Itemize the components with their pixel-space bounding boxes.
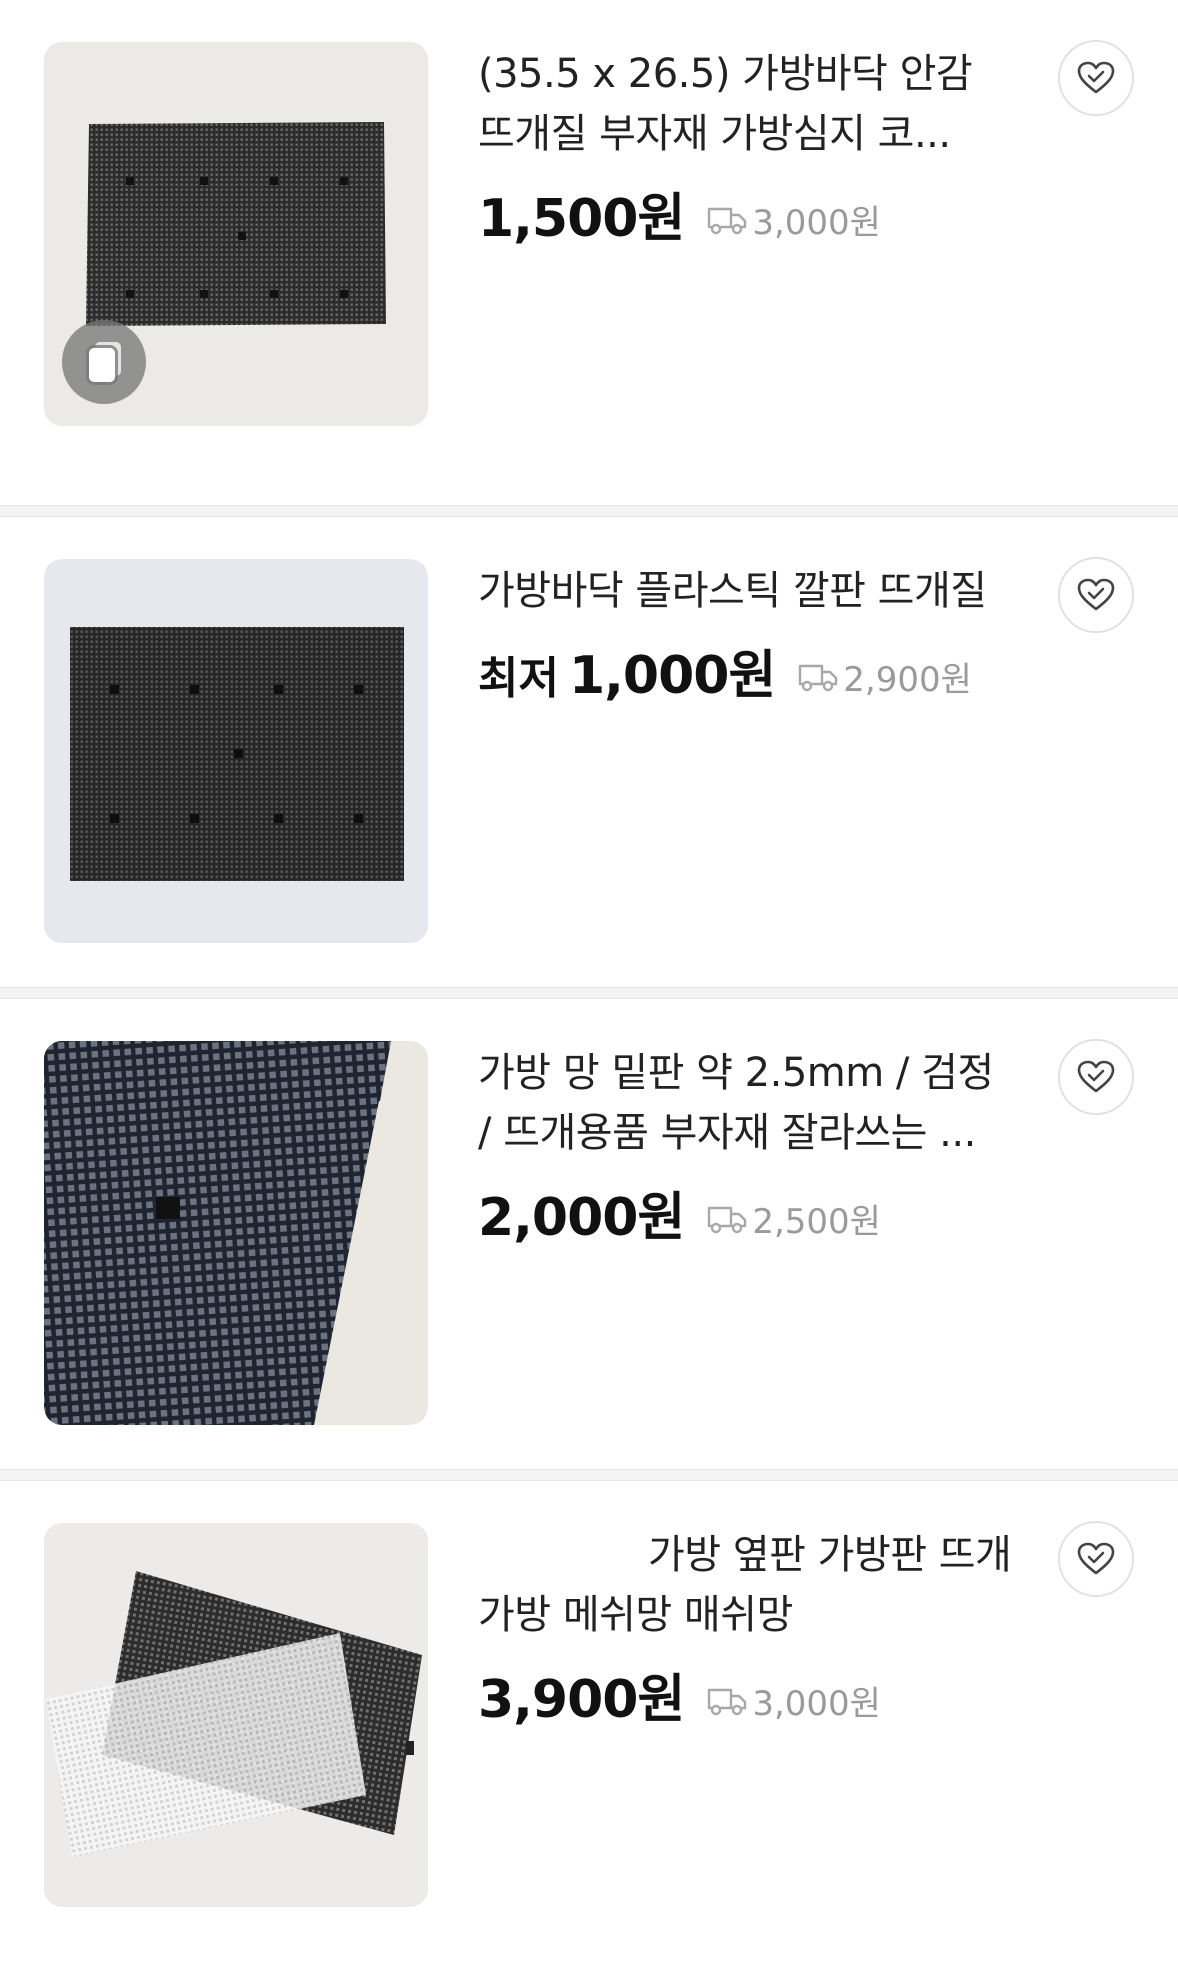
shipping-fee: 2,500원 [706, 1194, 881, 1243]
product-image[interactable] [44, 1041, 428, 1425]
product-image[interactable] [44, 42, 428, 426]
product-card[interactable]: 가방바닥 플라스틱 깔판 뜨개질 최저 1,000원 2,900원 [0, 517, 1178, 1012]
shipping-fee: 3,000원 [706, 195, 881, 244]
shipping-fee-value: 2,500원 [752, 1201, 881, 1242]
heart-check-icon [1077, 578, 1115, 611]
product-image[interactable] [44, 559, 428, 943]
price-row: 1,500원 3,000원 [478, 176, 1018, 249]
card-separator [0, 987, 1178, 999]
delivery-truck-icon [708, 1688, 747, 1716]
price-row: 최저 1,000원 2,900원 [478, 633, 1018, 706]
wishlist-button[interactable] [1058, 1039, 1134, 1115]
product-info: 가방 옆판 가방판 뜨개가방 메쉬망 매쉬망 3,900원 3,000원 [478, 1525, 1018, 1730]
price-prefix: 최저 [478, 653, 559, 704]
product-info: (35.5 x 26.5) 가방바닥 안감 뜨개질 부자재 가방심지 코... … [478, 44, 1018, 249]
product-title[interactable]: 가방 옆판 가방판 뜨개가방 메쉬망 매쉬망 [478, 1525, 1018, 1645]
heart-check-icon [1077, 61, 1115, 94]
shipping-fee-value: 3,000원 [752, 1683, 881, 1724]
delivery-truck-icon [799, 664, 838, 692]
shipping-fee: 2,900원 [797, 652, 972, 701]
product-title[interactable]: 가방 망 밑판 약 2.5mm / 검정 / 뜨개용품 부자재 잘라쓰는 ... [478, 1043, 1018, 1163]
wishlist-button[interactable] [1058, 557, 1134, 633]
shipping-fee-value: 3,000원 [752, 202, 881, 243]
product-price: 1,500원 [478, 189, 685, 249]
product-title[interactable]: 가방바닥 플라스틱 깔판 뜨개질 [478, 561, 1018, 621]
product-card[interactable]: (35.5 x 26.5) 가방바닥 안감 뜨개질 부자재 가방심지 코... … [0, 0, 1178, 495]
heart-check-icon [1077, 1060, 1115, 1093]
product-title[interactable]: (35.5 x 26.5) 가방바닥 안감 뜨개질 부자재 가방심지 코... [478, 44, 1018, 164]
delivery-truck-icon [708, 1206, 747, 1234]
wishlist-button[interactable] [1058, 40, 1134, 116]
product-price: 1,000원 [568, 646, 776, 706]
product-image[interactable] [44, 1523, 428, 1907]
heart-check-icon [1077, 1542, 1115, 1575]
product-card[interactable]: 가방 옆판 가방판 뜨개가방 메쉬망 매쉬망 3,900원 3,000원 [0, 1481, 1178, 1976]
product-card[interactable]: 가방 망 밑판 약 2.5mm / 검정 / 뜨개용품 부자재 잘라쓰는 ...… [0, 999, 1178, 1494]
wishlist-button[interactable] [1058, 1521, 1134, 1597]
card-separator [0, 1469, 1178, 1481]
delivery-truck-icon [708, 207, 747, 235]
product-price: 3,900원 [478, 1670, 685, 1730]
product-info: 가방바닥 플라스틱 깔판 뜨개질 최저 1,000원 2,900원 [478, 561, 1018, 706]
price-row: 2,000원 2,500원 [478, 1175, 1018, 1248]
shipping-fee-value: 2,900원 [843, 659, 972, 700]
shipping-fee: 3,000원 [706, 1676, 881, 1725]
multi-image-icon [62, 320, 146, 404]
product-price: 2,000원 [478, 1188, 685, 1248]
price-row: 3,900원 3,000원 [478, 1657, 1018, 1730]
product-info: 가방 망 밑판 약 2.5mm / 검정 / 뜨개용품 부자재 잘라쓰는 ...… [478, 1043, 1018, 1248]
card-separator [0, 505, 1178, 517]
